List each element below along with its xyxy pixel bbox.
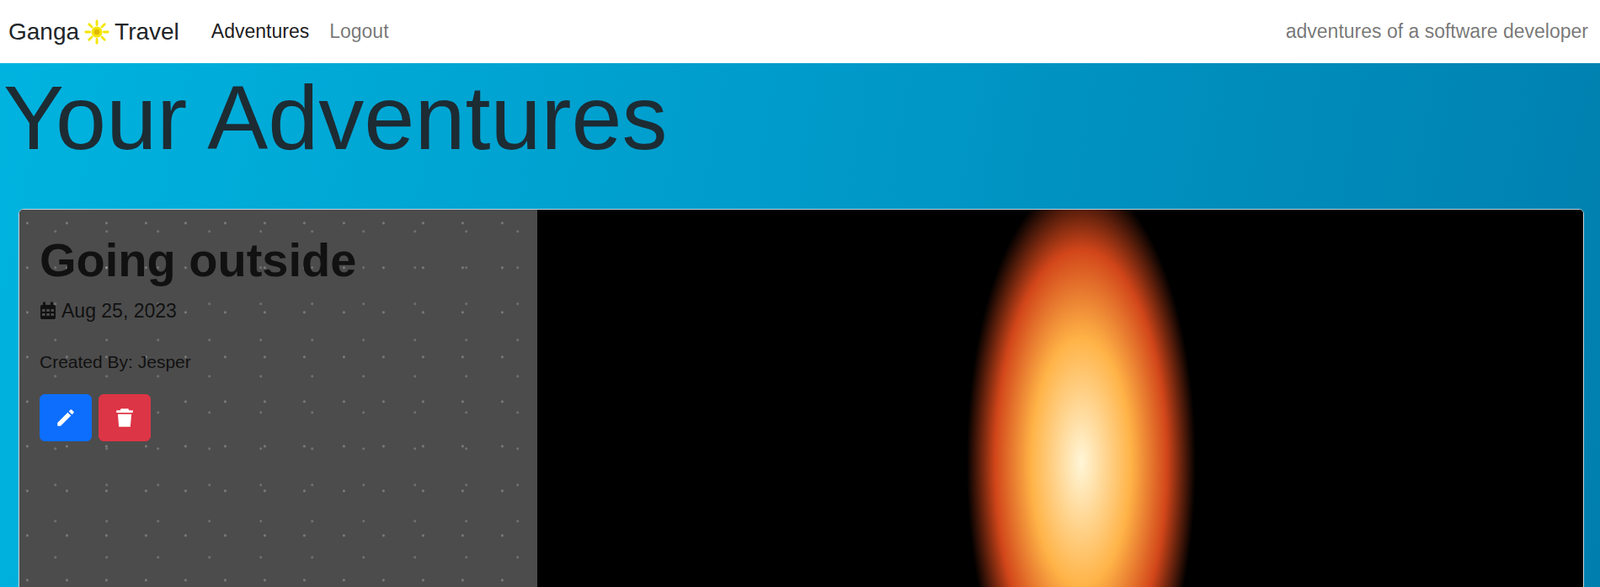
brand-text: Ganga [8, 14, 80, 50]
calendar-icon [39, 301, 57, 320]
adventure-info: Going outside Aug 25, 2023 Created By: Jes… [19, 209, 538, 587]
navbar: Ganga Travel AdventuresLogout adventures of… [0, 0, 1600, 64]
adventures-section: Your Adventures Going outside Aug 25, 2023… [0, 63, 1600, 587]
page-title: Your Adventures [3, 63, 1600, 173]
edit-button[interactable] [39, 394, 92, 442]
adventure-card: Going outside Aug 25, 2023 Created By: Jes… [18, 208, 1584, 587]
date-text: Aug 25, 2023 [61, 296, 177, 326]
trash-icon [113, 406, 136, 429]
brand-text: Travel [114, 14, 180, 50]
delete-button[interactable] [98, 394, 151, 442]
adventure-date: Aug 25, 2023 [39, 296, 518, 326]
nav-link[interactable]: Logout [319, 16, 399, 47]
created-by: Created By: Jesper [39, 348, 518, 376]
adventure-title: Going outside [39, 231, 518, 288]
pencil-icon [54, 406, 77, 429]
tagline: adventures of a software developer [1285, 16, 1592, 47]
adventure-photo [537, 209, 1584, 587]
nav-link[interactable]: Adventures [201, 16, 320, 47]
card-actions [39, 394, 518, 442]
brand[interactable]: Ganga Travel [8, 14, 180, 50]
sun-icon [84, 19, 110, 45]
